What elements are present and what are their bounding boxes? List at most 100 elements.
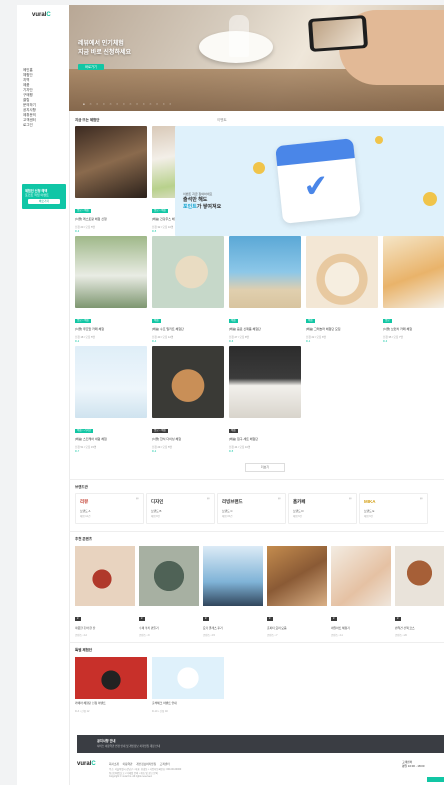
- content-card[interactable]: ♥ 홈파티 요리 모음 콘텐츠 • 7: [267, 546, 327, 637]
- content-title: 수제 쿠키 만들기: [139, 626, 159, 630]
- content-title: 네일아트 체험기: [331, 626, 350, 630]
- card-badge: 배송: [229, 429, 238, 433]
- content-card[interactable]: ♥ 네일아트 체험기 콘텐츠 • 11: [331, 546, 391, 637]
- campaign-card[interactable]: 배송 [배송] 그래놀라 체험단 모집 신청 22 / 모집 6명 D-1: [306, 236, 378, 343]
- special-card[interactable]: 카메라 체험단 신청 이벤트 D-3 • 신청 12: [75, 657, 147, 713]
- section-title-picks: 추천 콘텐츠: [75, 537, 93, 541]
- content-meta: 콘텐츠 • 11: [331, 634, 343, 637]
- hero-pagination[interactable]: ● ○ ○ ○ ○ ○ ○ ○ ○ ○ ○ ○ ○ ○: [83, 102, 173, 106]
- coin-icon: [423, 192, 437, 206]
- notice-bar[interactable]: 공지사항 안내 서비스 이용약관 변경 안내 및 개인정보 처리방침 개정 안내: [77, 735, 444, 753]
- campaign-card[interactable]: 방문 • 배송 [서울] 레스토랑 체험 신청 신청 20 / 모집 5명 D-3: [75, 126, 147, 233]
- brand-card[interactable]: MIKA 브랜드 E 체험 9건 ❞: [359, 493, 428, 524]
- content-meta: 콘텐츠 • 7: [267, 634, 278, 637]
- content-title: 반려견 산책 코스: [395, 626, 415, 630]
- card-title: [서울] 브런치 카페 체험: [383, 327, 413, 331]
- special-meta: D-10 • 신청 40: [152, 710, 168, 713]
- divider: [69, 479, 444, 480]
- brand-card[interactable]: 리뷰 브랜드 A 체험 12건 ❞: [75, 493, 144, 524]
- content-image: [395, 546, 444, 606]
- footer-info-line: 주소: 서울특별시 강남구 • 대표: 홍길동 • 사업자등록번호: 000-0…: [109, 768, 182, 771]
- footer-links[interactable]: 회사소개 이용약관 개인정보처리방침 고객센터: [109, 762, 170, 766]
- more-button[interactable]: 더보기: [245, 463, 285, 472]
- card-image: [75, 126, 147, 198]
- brand-logo: 리빙브랜드: [222, 499, 243, 504]
- footer-info: 주소: 서울특별시 강남구 • 대표: 홍길동 • 사업자등록번호: 000-0…: [109, 768, 181, 779]
- section-title-special: 특별 체험단: [75, 648, 93, 652]
- content-card[interactable]: ♥ 반려견 산책 코스 콘텐츠 • 20: [395, 546, 444, 637]
- card-badge: 배송: [152, 319, 161, 323]
- card-badge: 방문 • 배송: [75, 319, 91, 323]
- card-title: [서울] 한식 다이닝 체험: [152, 437, 182, 441]
- campaign-card[interactable]: 배송 [배송] 음료 신제품 체험단 신청 27 / 모집 8명 D-6: [229, 236, 301, 343]
- brand-sub: 체험 9건: [364, 515, 373, 518]
- card-image: [152, 346, 224, 418]
- sidebar-nav: 메인홈 체험단 지역 제품 기자단 구매평 클립 문의하기 공지사항 제휴문의 …: [23, 68, 36, 128]
- page: vuralC 메인홈 체험단 지역 제품 기자단 구매평 클립 문의하기 공지사…: [17, 5, 444, 785]
- section-title-brands: 브랜드관: [75, 485, 88, 489]
- campaign-card[interactable]: 배송 • 기자단 [배송] 스킨케어 세럼 체험 신청 51 / 모집 15명 D…: [75, 346, 147, 453]
- card-deadline: D-5: [229, 449, 234, 453]
- promo-button[interactable]: 바로가기: [28, 199, 60, 204]
- special-card[interactable]: 출석체크 이벤트 안내 D-10 • 신청 40: [152, 657, 224, 713]
- content-card[interactable]: ♥ 요가 클래스 후기 콘텐츠 • 15: [203, 546, 263, 637]
- card-title: [배송] 침구 세트 체험단: [229, 437, 259, 441]
- logo-accent: C: [46, 12, 51, 18]
- card-deadline: D-4: [152, 339, 157, 343]
- content-card[interactable]: ♥ 수제 쿠키 만들기 콘텐츠 • 9: [139, 546, 199, 637]
- quote-icon: ❞: [135, 498, 139, 504]
- campaign-card[interactable]: 방문 • 배송 [서울] 한식 다이닝 체험 신청 29 / 모집 5명 D-2: [152, 346, 224, 453]
- footer-logo[interactable]: vuralC: [77, 761, 96, 767]
- banner-highlight: 포인트: [183, 204, 197, 210]
- banner-small-text: 이벤트 지금 참여하세요: [183, 192, 213, 196]
- content-meta: 콘텐츠 • 20: [395, 634, 407, 637]
- sidebar-item[interactable]: 로그인: [23, 123, 36, 128]
- card-title: [배송] 수프 밀키트 체험단: [152, 327, 184, 331]
- card-badge: 배송: [229, 319, 238, 323]
- banner-headline: 출석만 해도 포인트가 쌓여져요: [183, 197, 221, 211]
- hero-title-line2: 지금 바로 신청하세요: [78, 50, 132, 56]
- card-deadline: D-2: [75, 339, 80, 343]
- logo-text: vural: [32, 12, 47, 18]
- card-deadline: D-2: [152, 449, 157, 453]
- hero-cta-button[interactable]: 바로가기: [78, 64, 104, 70]
- brand-card[interactable]: 홈카페 브랜드 D 체험 6건 ❞: [288, 493, 357, 524]
- content-image: [203, 546, 263, 606]
- card-image: [152, 236, 224, 308]
- campaign-card[interactable]: 배송 [배송] 침구 세트 체험단 신청 44 / 모집 10명 D-5: [229, 346, 301, 453]
- brand-card[interactable]: 리빙브랜드 브랜드 C 체험 15건 ❞: [217, 493, 286, 524]
- content-badge-icon: ♥: [267, 617, 273, 621]
- content-badge-icon: ♥: [139, 617, 145, 621]
- content-image: [75, 546, 135, 606]
- content-card[interactable]: ♥ 따뜻한 홍차 한 잔 콘텐츠 • 12: [75, 546, 135, 637]
- brand-sub: 체험 6건: [293, 515, 302, 518]
- quote-icon: ❞: [348, 498, 352, 504]
- campaign-card[interactable]: 배송 [배송] 수프 밀키트 체험단 신청 40 / 모집 12명 D-4: [152, 236, 224, 343]
- card-deadline: D-7: [75, 449, 80, 453]
- customer-service: 고객센터 평일 10:00 - 18:00: [402, 760, 424, 768]
- hero-glass-image: [229, 15, 249, 57]
- special-title: 카메라 체험단 신청 이벤트: [75, 701, 106, 705]
- content-badge-icon: ♥: [331, 617, 337, 621]
- coin-icon: [253, 162, 265, 174]
- content-image: [267, 546, 327, 606]
- card-image: [75, 346, 147, 418]
- footer-copyright: Copyright © vural Co. All rights reserve…: [109, 775, 153, 778]
- content-badge-icon: ♥: [75, 617, 81, 621]
- logo[interactable]: vuralC: [32, 12, 51, 18]
- hero-title: 레뷰에서 인기체험 지금 바로 신청하세요: [78, 40, 131, 58]
- brand-card[interactable]: 디자인 브랜드 B 체험 8건 ❞: [146, 493, 215, 524]
- special-image: [75, 657, 147, 699]
- sidebar-promo[interactable]: 체험단 신청 혜택 포인트 적립 이벤트 바로가기: [22, 184, 66, 209]
- brand-name: 브랜드 A: [80, 509, 91, 513]
- footer-logo-accent: C: [91, 761, 96, 767]
- content-badge-icon: ♥: [203, 617, 209, 621]
- card-image: [229, 236, 301, 308]
- cs-button[interactable]: [427, 777, 444, 782]
- hero-banner[interactable]: 레뷰에서 인기체험 지금 바로 신청하세요 바로가기 ● ○ ○ ○ ○ ○ ○…: [69, 5, 444, 111]
- campaign-card[interactable]: 방문 [서울] 브런치 카페 체험 신청 35 / 모집 7명 D-3: [383, 236, 444, 343]
- event-banner[interactable]: ✔ 이벤트 지금 참여하세요 출석만 해도 포인트가 쌓여져요: [175, 126, 444, 236]
- campaign-card[interactable]: 방문 • 배송 [서울] 루프탑 카페 체험 신청 18 / 모집 5명 D-2: [75, 236, 147, 343]
- content-meta: 콘텐츠 • 12: [75, 634, 87, 637]
- content-title: 홈파티 요리 모음: [267, 626, 287, 630]
